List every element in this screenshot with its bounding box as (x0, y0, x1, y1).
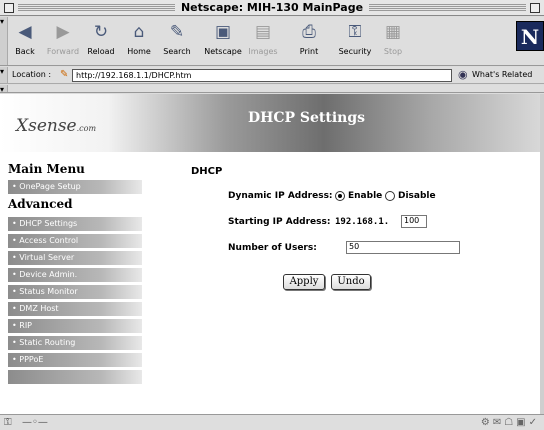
print-icon: ⎙ (302, 22, 316, 42)
sidebar-item-rip[interactable]: RIP (8, 319, 142, 333)
images-button[interactable]: ▤ Images (244, 21, 282, 61)
num-users-input[interactable]: 50 (346, 241, 460, 254)
security-lock-icon: ⚿ (348, 22, 362, 42)
sidebar-item-device-admin[interactable]: Device Admin. (8, 268, 142, 282)
sidebar-menu: Main Menu OnePage Setup Advanced DHCP Se… (8, 162, 142, 384)
starting-ip-prefix: 192.168.1. (335, 217, 390, 227)
back-button[interactable]: ◀ Back (6, 21, 44, 61)
location-collapse-tab[interactable] (0, 67, 8, 83)
sidebar-item-access-control[interactable]: Access Control (8, 234, 142, 248)
search-icon: ✎ (169, 22, 185, 42)
back-arrow-icon: ◀ (18, 22, 32, 42)
dynamic-ip-label: Dynamic IP Address: (228, 191, 333, 201)
reload-icon: ↻ (93, 22, 109, 42)
toolbar-button-label: Forward (46, 47, 80, 56)
status-bar: ⚿ —◦— ⚙✉☖▣✓ (0, 414, 544, 430)
images-icon: ▤ (254, 22, 272, 42)
disable-radio-label[interactable]: Disable (398, 191, 436, 201)
netscape-button[interactable]: ▣ Netscape (204, 21, 242, 61)
enable-radio[interactable] (335, 191, 345, 201)
disable-radio[interactable] (385, 191, 395, 201)
toolbar-button-label: Print (299, 47, 319, 56)
sidebar-item-onepage-setup[interactable]: OnePage Setup (8, 180, 142, 194)
toolbar-button-label: Home (127, 47, 151, 56)
section-title: DHCP (191, 166, 223, 177)
location-label: Location : (12, 70, 52, 79)
page-title: DHCP Settings (248, 110, 366, 126)
sidebar-menu-tail (8, 370, 142, 384)
sidebar-item-dhcp-settings[interactable]: DHCP Settings (8, 217, 142, 231)
enable-radio-label[interactable]: Enable (348, 191, 382, 201)
page-proxy-icon[interactable]: ✎ (60, 69, 68, 80)
personal-toolbar (0, 85, 544, 94)
page-content: Xsense.com DHCP Settings Main Menu OnePa… (0, 94, 540, 414)
connection-status-icon: —◦— (22, 417, 48, 428)
security-button[interactable]: ⚿ Security (336, 21, 374, 61)
home-icon: ⌂ (133, 22, 145, 42)
sidebar-item-dmz-host[interactable]: DMZ Host (8, 302, 142, 316)
stop-icon: ▦ (384, 22, 402, 42)
toolbar-button-label: Back (15, 47, 35, 56)
num-users-label: Number of Users: (228, 243, 317, 253)
toolbar-button-label: Stop (383, 47, 403, 56)
stop-button[interactable]: ▦ Stop (374, 21, 412, 61)
reload-button[interactable]: ↻ Reload (82, 21, 120, 61)
home-button[interactable]: ⌂ Home (120, 21, 158, 61)
starting-ip-label: Starting IP Address: (228, 217, 331, 227)
security-status-icon[interactable]: ⚿ (4, 417, 12, 428)
main-menu-title: Main Menu (8, 162, 85, 176)
search-button[interactable]: ✎ Search (158, 21, 196, 61)
forward-arrow-icon: ▶ (56, 22, 70, 42)
window-zoom-box[interactable] (530, 3, 540, 13)
location-bar: Location : ✎ http://192.168.1.1/DHCP.htm… (0, 67, 544, 84)
toolbar-button-label: Reload (87, 47, 115, 56)
sidebar-item-status-monitor[interactable]: Status Monitor (8, 285, 142, 299)
sidebar-item-pppoe[interactable]: PPPoE (8, 353, 142, 367)
sidebar-item-virtual-server[interactable]: Virtual Server (8, 251, 142, 265)
toolbar-button-label: Search (163, 47, 191, 56)
toolbar-button-label: Netscape (204, 47, 242, 56)
url-field[interactable]: http://192.168.1.1/DHCP.htm (72, 69, 452, 82)
brand-logo: Xsense.com (16, 116, 97, 136)
window-title-bar[interactable]: Netscape: MIH-130 MainPage (0, 0, 544, 16)
starting-ip-input[interactable]: 100 (401, 215, 427, 228)
sidebar-item-static-routing[interactable]: Static Routing (8, 336, 142, 350)
navigation-toolbar: ◀ Back ▶ Forward ↻ Reload ⌂ Home ✎ Search ▣ Netscap… (0, 17, 544, 66)
window-title: Netscape: MIH-130 MainPage (0, 1, 544, 14)
toolbar-button-label: Images (248, 47, 278, 56)
personal-collapse-tab[interactable] (0, 85, 8, 94)
my-netscape-icon: ▣ (214, 22, 232, 42)
vertical-scrollbar[interactable] (540, 94, 544, 414)
toolbar-button-label: Security (338, 47, 372, 56)
print-button[interactable]: ⎙ Print (290, 21, 328, 61)
whats-related-icon[interactable]: ◉ (458, 68, 468, 81)
undo-button[interactable]: Undo (331, 274, 371, 290)
component-bar-icons[interactable]: ⚙✉☖▣✓ (481, 417, 540, 428)
apply-button[interactable]: Apply (283, 274, 325, 290)
netscape-logo-icon[interactable]: N (516, 21, 544, 51)
whats-related-button[interactable]: What's Related (472, 70, 532, 79)
forward-button[interactable]: ▶ Forward (44, 21, 82, 61)
advanced-menu-title: Advanced (8, 197, 73, 211)
header-banner: Xsense.com DHCP Settings (0, 94, 540, 152)
